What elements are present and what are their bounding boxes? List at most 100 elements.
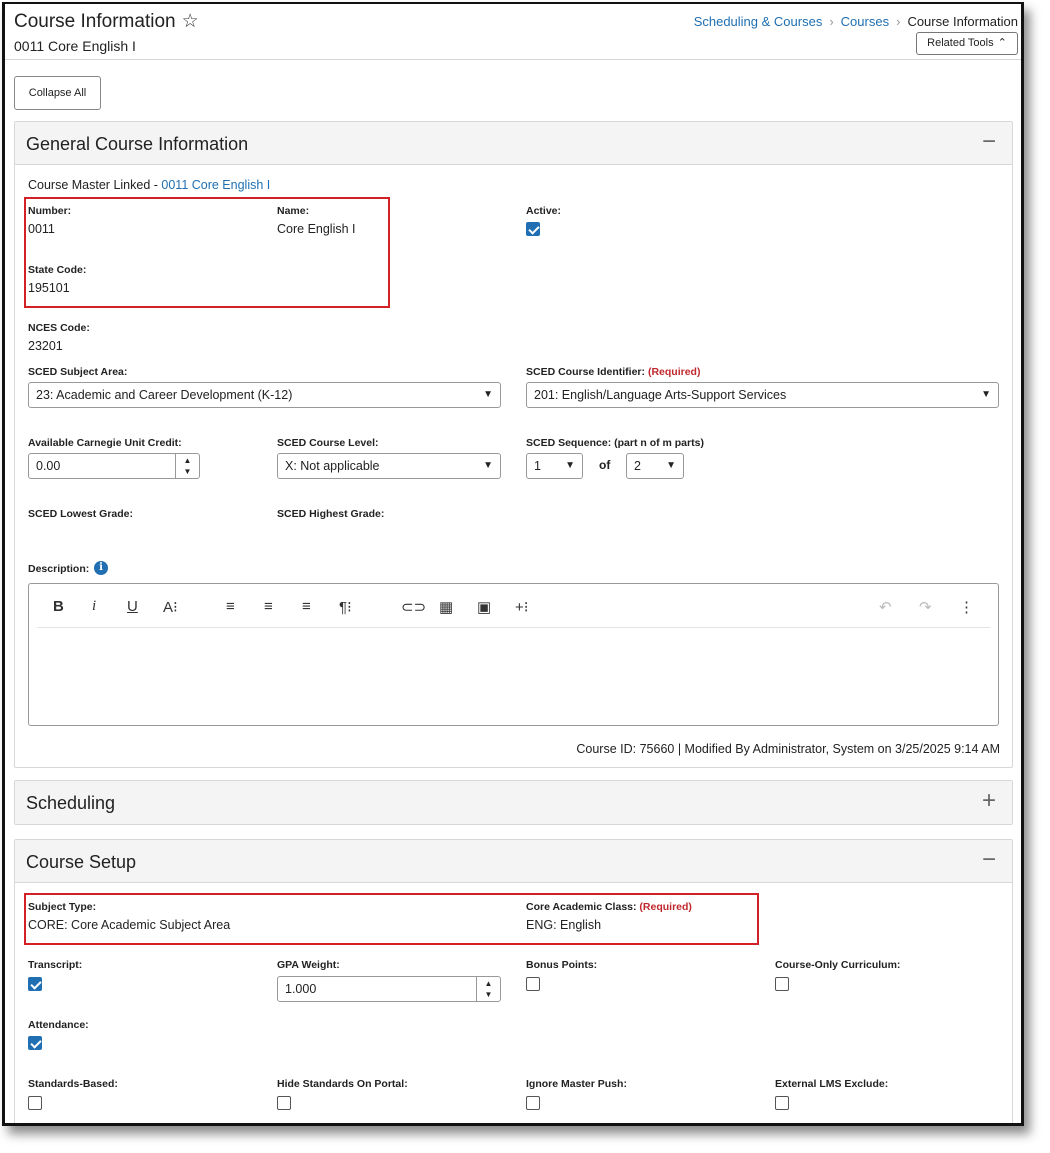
bold-icon[interactable]: B [53,598,64,615]
undo-icon[interactable]: ↶ [879,598,892,616]
sced-sequence-n-value: 1 [534,459,541,473]
sced-lowest-grade-label: SCED Lowest Grade: [28,508,134,520]
sced-course-identifier-select[interactable]: 201: English/Language Arts-Support Servi… [526,382,999,408]
align-left-icon[interactable]: ≡ [226,598,235,615]
standards-based-checkbox[interactable] [28,1096,42,1110]
breadcrumb-courses[interactable]: Courses [841,14,889,29]
required-marker: (Required) [639,901,692,913]
dropdown-arrow-icon: ▼ [483,460,493,471]
sced-course-identifier-label-text: SCED Course Identifier: [526,366,646,378]
link-icon[interactable]: ⊂⊃ [401,598,426,616]
ignore-master-push-checkbox[interactable] [526,1096,540,1110]
sequence-of-label: of [599,458,611,472]
subject-type-value: CORE: Core Academic Subject Area [28,918,231,932]
course-master-linked-label: Course Master Linked - [28,178,162,192]
sced-course-level-select[interactable]: X: Not applicable ▼ [277,453,501,479]
expand-icon[interactable]: + [982,789,996,813]
paragraph-icon[interactable]: ¶⁝ [339,598,352,616]
general-panel-title: General Course Information [26,134,249,154]
course-master-linked: Course Master Linked - 0011 Core English… [28,178,270,192]
sced-subject-area-value: 23: Academic and Career Development (K-1… [36,388,293,402]
number-label: Number: [28,205,72,217]
course-only-curriculum-checkbox[interactable] [775,977,789,991]
star-outline-icon[interactable]: ☆ [182,11,199,32]
collapse-icon[interactable]: − [982,130,996,154]
sced-sequence-label: SCED Sequence: (part n of m parts) [526,437,704,449]
gpa-weight-value: 1.000 [285,982,317,996]
align-right-icon[interactable]: ≡ [302,598,311,615]
related-tools-button[interactable]: Related Tools ⌃ [916,32,1018,55]
name-value: Core English I [277,222,356,236]
sced-subject-area-select[interactable]: 23: Academic and Career Development (K-1… [28,382,501,408]
core-academic-class-label-text: Core Academic Class: [526,901,637,913]
spinner-arrows-icon[interactable]: ▲ ▼ [175,454,199,478]
sced-highest-grade-label: SCED Highest Grade: [277,508,385,520]
redo-icon[interactable]: ↷ [919,598,932,616]
state-code-value: 195101 [28,281,70,295]
more-options-icon[interactable]: ⋮ [959,598,974,616]
editor-toolbar: B i U A⁝ ≡ ≡ ≡ ¶⁝ ⊂⊃ ▦ ▣ +⁝ ↶ ↷ ⋮ [37,592,990,628]
required-marker: (Required) [647,366,701,378]
hide-standards-label: Hide Standards On Portal: [277,1078,408,1090]
table-icon[interactable]: ▦ [439,598,453,616]
sced-sequence-m-value: 2 [634,459,641,473]
external-lms-exclude-label: External LMS Exclude: [775,1078,889,1090]
scheduling-panel-title: Scheduling [26,793,116,813]
dropdown-arrow-icon: ▼ [483,389,493,400]
sced-course-level-label: SCED Course Level: [277,437,379,449]
underline-icon[interactable]: U [127,598,138,615]
highlight-box [24,197,390,308]
italic-icon[interactable]: i [92,598,96,615]
carnegie-credit-input[interactable]: 0.00 ▲ ▼ [28,453,200,479]
standards-based-label: Standards-Based: [28,1078,118,1090]
description-label: Description: [28,563,90,575]
general-panel-header[interactable]: General Course Information − [15,122,1012,165]
chevron-right-icon: › [829,14,834,29]
hide-standards-checkbox[interactable] [277,1096,291,1110]
sced-course-identifier-value: 201: English/Language Arts-Support Servi… [534,388,787,402]
sced-subject-area-label: SCED Subject Area: [28,366,128,378]
transcript-label: Transcript: [28,959,83,971]
font-size-icon[interactable]: A⁝ [163,598,178,616]
breadcrumb: Scheduling & Courses › Courses › Course Info… [694,14,1018,29]
general-course-information-panel: General Course Information − Course Mast… [14,121,1013,768]
image-icon[interactable]: ▣ [477,598,491,616]
sced-sequence-m-select[interactable]: 2 ▼ [626,453,684,479]
external-lms-exclude-checkbox[interactable] [775,1096,789,1110]
number-value: 0011 [28,222,55,236]
breadcrumb-current: Course Information [907,14,1018,29]
carnegie-credit-label: Available Carnegie Unit Credit: [28,437,182,449]
sced-sequence-n-select[interactable]: 1 ▼ [526,453,583,479]
info-icon[interactable]: i [94,561,108,575]
scheduling-panel-header[interactable]: Scheduling + [15,781,1012,824]
attendance-checkbox[interactable] [28,1036,42,1050]
nces-code-label: NCES Code: [28,322,90,334]
state-code-label: State Code: [28,264,87,276]
ignore-master-push-label: Ignore Master Push: [526,1078,627,1090]
align-center-icon[interactable]: ≡ [264,598,273,615]
course-modified-info: Course ID: 75660 | Modified By Administr… [576,742,1000,756]
collapse-all-button[interactable]: Collapse All [14,76,101,110]
gpa-weight-input[interactable]: 1.000 ▲ ▼ [277,976,501,1002]
bonus-points-checkbox[interactable] [526,977,540,991]
course-master-link[interactable]: 0011 Core English I [161,178,270,192]
collapse-icon[interactable]: − [982,848,996,872]
active-checkbox[interactable] [526,222,540,236]
chevron-right-icon: › [896,14,901,29]
course-information-window: Course Information ☆ 0011 Core English I … [2,2,1024,1126]
sced-course-level-value: X: Not applicable [285,459,380,473]
chevron-up-icon: ⌃ [997,37,1007,49]
page-subtitle: 0011 Core English I [14,38,136,54]
insert-more-icon[interactable]: +⁝ [515,598,529,616]
spinner-arrows-icon[interactable]: ▲ ▼ [476,977,500,1001]
breadcrumb-scheduling-courses[interactable]: Scheduling & Courses [694,14,823,29]
nces-code-value: 23201 [28,339,63,353]
dropdown-arrow-icon: ▼ [666,460,676,471]
active-label: Active: [526,205,562,217]
transcript-checkbox[interactable] [28,977,42,991]
related-tools-label: Related Tools [927,37,994,49]
description-editor[interactable]: B i U A⁝ ≡ ≡ ≡ ¶⁝ ⊂⊃ ▦ ▣ +⁝ ↶ ↷ ⋮ [28,583,999,726]
course-setup-panel-header[interactable]: Course Setup − [15,840,1012,883]
core-academic-class-value: ENG: English [526,918,602,932]
bonus-points-label: Bonus Points: [526,959,598,971]
